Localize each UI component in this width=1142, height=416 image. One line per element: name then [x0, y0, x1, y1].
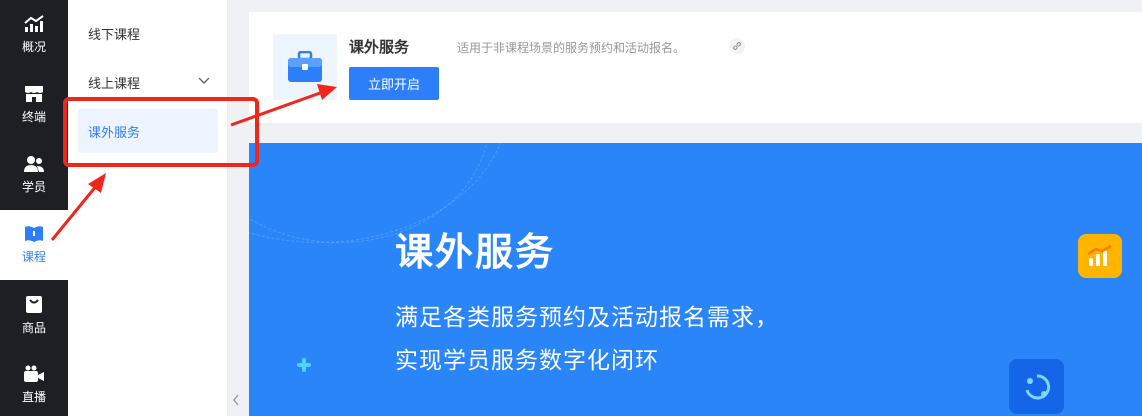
enable-now-button[interactable]: 立即开启	[349, 67, 439, 100]
submenu-item-extracurricular-service[interactable]: 课外服务	[78, 109, 218, 153]
submenu-label: 线上课程	[88, 76, 141, 92]
chevron-down-icon	[198, 75, 210, 91]
service-app-card: 课外服务 适用于非课程场景的服务预约和活动报名。 立即开启	[249, 12, 1142, 123]
book-icon	[24, 225, 44, 243]
nav-item-terminal[interactable]: 终端	[0, 70, 68, 140]
nav-label: 商品	[21, 321, 46, 335]
nav-label: 直播	[21, 390, 46, 404]
course-submenu: 线下课程 线上课程 课外服务	[68, 0, 228, 416]
banner-subtitle-line1: 满足各类服务预约及活动报名需求，	[395, 305, 779, 331]
banner-title: 课外服务	[395, 230, 556, 274]
nav-label: 概况	[21, 40, 46, 54]
storefront-icon	[24, 85, 44, 103]
banner-subtitle-line2: 实现学员服务数字化闭环	[395, 348, 659, 374]
submenu-label: 课外服务	[88, 125, 141, 141]
nav-label: 终端	[21, 110, 46, 124]
bar-chart-icon	[1078, 234, 1122, 278]
submenu-label: 线下课程	[88, 27, 141, 43]
promo-banner: 课外服务 满足各类服务预约及活动报名需求， 实现学员服务数字化闭环	[249, 143, 1142, 416]
collapse-menu-handle[interactable]	[228, 384, 244, 416]
share-icon	[1009, 359, 1064, 414]
app-description: 适用于非课程场景的服务预约和活动报名。	[457, 41, 686, 55]
nav-item-goods[interactable]: 商品	[0, 280, 68, 350]
nav-item-course[interactable]: 课程	[0, 210, 68, 280]
plus-icon	[297, 357, 311, 376]
nav-label: 课程	[21, 250, 46, 264]
chevron-left-icon	[232, 391, 240, 410]
nav-label: 学员	[21, 180, 46, 194]
shopping-bag-icon	[24, 294, 44, 314]
briefcase-icon	[273, 34, 337, 100]
video-camera-icon	[23, 365, 45, 383]
nav-item-overview[interactable]: 概况	[0, 0, 68, 70]
submenu-item-offline-course[interactable]: 线下课程	[78, 11, 218, 55]
trend-chart-icon	[24, 15, 44, 33]
main-nav-rail: 概况 终端 学员 课程 商品 直播	[0, 0, 68, 416]
nav-item-students[interactable]: 学员	[0, 140, 68, 210]
nav-item-live[interactable]: 直播	[0, 350, 68, 416]
app-title: 课外服务	[349, 38, 410, 56]
submenu-item-online-course[interactable]: 线上课程	[78, 60, 218, 104]
users-icon	[24, 155, 44, 173]
link-icon[interactable]	[729, 38, 745, 54]
